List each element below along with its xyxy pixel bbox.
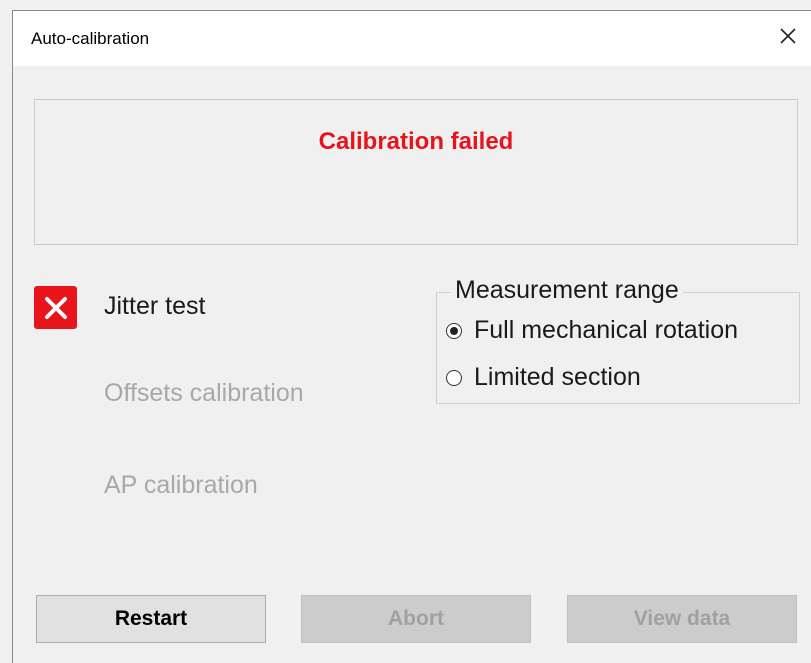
- status-panel: Calibration failed: [34, 99, 798, 245]
- abort-button: Abort: [301, 595, 531, 643]
- view-data-button: View data: [567, 595, 797, 643]
- radio-label: Limited section: [474, 363, 641, 391]
- step-ap-calibration: AP calibration: [104, 471, 258, 499]
- close-button[interactable]: [771, 19, 805, 53]
- radio-unselected-icon[interactable]: [446, 369, 462, 386]
- radio-full-mechanical-rotation[interactable]: Full mechanical rotation: [446, 316, 738, 345]
- radio-selected-icon[interactable]: [446, 322, 462, 339]
- title-bar: Auto-calibration: [13, 11, 811, 66]
- x-mark-icon: [34, 286, 77, 329]
- step-jitter-test: Jitter test: [104, 292, 206, 320]
- close-icon: [780, 28, 796, 44]
- step-offsets-calibration: Offsets calibration: [104, 379, 304, 407]
- radio-limited-section[interactable]: Limited section: [446, 363, 641, 392]
- window-title: Auto-calibration: [31, 29, 150, 48]
- radio-label: Full mechanical rotation: [474, 316, 739, 344]
- status-message: Calibration failed: [318, 128, 514, 155]
- measurement-range-legend: Measurement range: [451, 276, 683, 305]
- restart-button[interactable]: Restart: [36, 595, 266, 643]
- auto-calibration-dialog: Auto-calibration Calibration failed Jitt…: [12, 10, 811, 663]
